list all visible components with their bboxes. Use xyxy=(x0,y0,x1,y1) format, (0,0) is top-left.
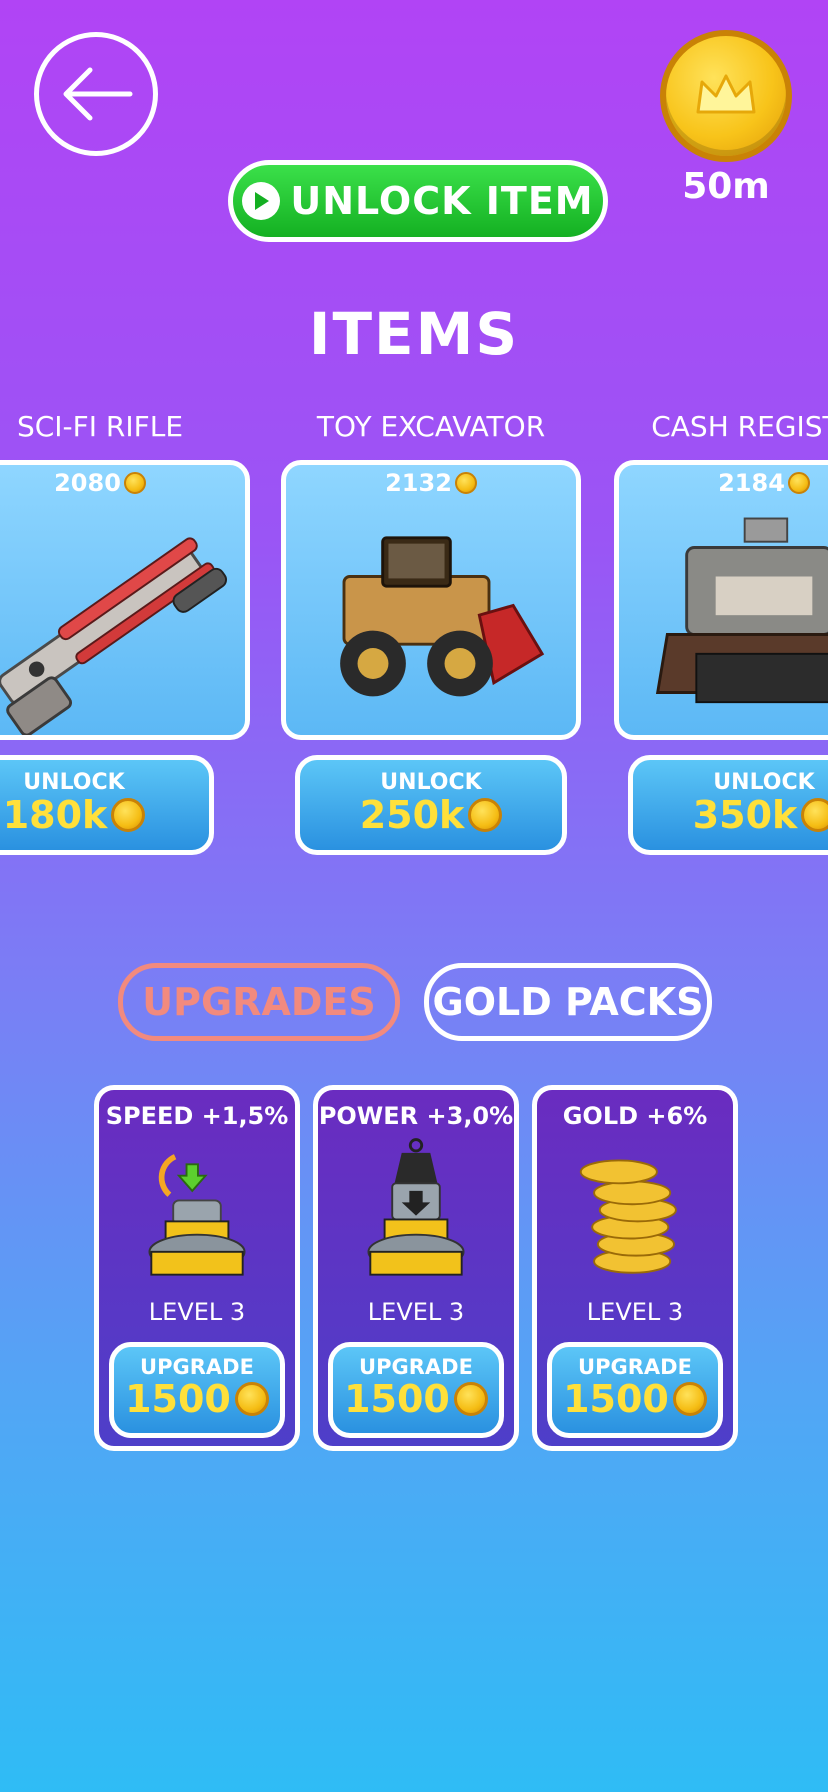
items-title: ITEMS xyxy=(308,300,520,368)
item-cash-register[interactable]: CASH REGISTER 2184 UNLOCK 350k xyxy=(614,410,828,855)
item-price-value: 2184 xyxy=(718,469,785,497)
coin-icon xyxy=(234,1382,269,1416)
upgrade-title: GOLD +6% xyxy=(562,1102,708,1130)
coin-balance-value: 50m xyxy=(682,166,770,207)
unlock-label: UNLOCK xyxy=(713,770,815,795)
coin-icon xyxy=(801,798,828,832)
item-price: 2184 xyxy=(619,469,828,497)
unlock-cost: 180k xyxy=(0,793,209,837)
upgrade-title: SPEED +1,5% xyxy=(105,1102,289,1130)
upgrade-button[interactable]: UPGRADE 1500 xyxy=(109,1342,285,1438)
upgrade-button-label: UPGRADE xyxy=(578,1355,692,1379)
upgrade-level: LEVEL 3 xyxy=(148,1298,246,1326)
upgrade-button-label: UPGRADE xyxy=(140,1355,254,1379)
unlock-cost: 250k xyxy=(300,793,562,837)
item-card[interactable]: 2132 xyxy=(281,460,581,740)
upgrade-level: LEVEL 3 xyxy=(367,1298,465,1326)
upgrade-button[interactable]: UPGRADE 1500 xyxy=(547,1342,723,1438)
item-price-value: 2132 xyxy=(385,469,452,497)
play-icon xyxy=(242,182,281,220)
coin-icon xyxy=(672,1382,707,1416)
back-button[interactable] xyxy=(34,32,158,156)
item-card[interactable]: 2184 xyxy=(614,460,828,740)
unlock-button[interactable]: UNLOCK 250k xyxy=(295,755,567,855)
upgrade-card-power: POWER +3,0% LEVEL 3 UPGRADE 1500 xyxy=(313,1085,519,1451)
unlock-cost-value: 350k xyxy=(692,793,798,837)
unlock-label: UNLOCK xyxy=(380,770,482,795)
item-name: SCI-FI RIFLE xyxy=(16,410,184,443)
upgrade-button-label: UPGRADE xyxy=(359,1355,473,1379)
item-price: 2132 xyxy=(286,469,576,497)
tab-upgrades[interactable]: UPGRADES xyxy=(118,963,400,1041)
coin-icon xyxy=(453,1382,488,1416)
toy-excavator-image xyxy=(340,536,545,697)
upgrade-title: POWER +3,0% xyxy=(318,1102,514,1130)
upgrade-cost: 1500 xyxy=(333,1377,499,1421)
speed-press-icon xyxy=(148,1154,246,1276)
gold-coins-icon xyxy=(579,1159,677,1274)
crown-coin-icon xyxy=(660,30,792,162)
unlock-cost-value: 250k xyxy=(359,793,465,837)
item-sci-fi-rifle[interactable]: SCI-FI RIFLE 2080 UNLOCK 180k xyxy=(0,410,250,855)
upgrade-level: LEVEL 3 xyxy=(586,1298,684,1326)
item-price-value: 2080 xyxy=(54,469,121,497)
upgrade-cost-value: 1500 xyxy=(125,1377,231,1421)
unlock-item-label: UNLOCK ITEM xyxy=(290,179,594,223)
items-carousel[interactable]: SCI-FI RIFLE 2080 UNLOCK 180k TOY EXCAVA… xyxy=(0,410,828,860)
upgrade-card-speed: SPEED +1,5% LEVEL 3 UPGRADE 1500 xyxy=(94,1085,300,1451)
upgrade-card-gold: GOLD +6% LEVEL 3 UPGRADE 1500 xyxy=(532,1085,738,1451)
unlock-item-button[interactable]: UNLOCK ITEM xyxy=(228,160,608,242)
unlock-cost-value: 180k xyxy=(2,793,108,837)
unlock-cost: 350k xyxy=(633,793,828,837)
upgrade-button[interactable]: UPGRADE 1500 xyxy=(328,1342,504,1438)
upgrade-cost: 1500 xyxy=(552,1377,718,1421)
cash-register-image xyxy=(655,517,828,704)
upgrade-cost: 1500 xyxy=(114,1377,280,1421)
coin-icon xyxy=(468,798,503,832)
tab-gold-packs[interactable]: GOLD PACKS xyxy=(424,963,712,1041)
item-name: CASH REGISTER xyxy=(651,410,828,443)
unlock-label: UNLOCK xyxy=(23,770,125,795)
unlock-button[interactable]: UNLOCK 350k xyxy=(628,755,828,855)
item-card[interactable]: 2080 xyxy=(0,460,250,740)
coin-icon xyxy=(787,472,810,494)
coin-balance: 50m xyxy=(658,30,794,207)
sci-fi-rifle-image xyxy=(0,537,228,735)
coin-icon xyxy=(111,798,146,832)
unlock-button[interactable]: UNLOCK 180k xyxy=(0,755,214,855)
item-toy-excavator[interactable]: TOY EXCAVATOR 2132 UNLOCK 250k xyxy=(281,410,581,855)
arrow-left-icon xyxy=(63,67,133,121)
upgrade-cost-value: 1500 xyxy=(563,1377,669,1421)
power-press-icon xyxy=(367,1138,465,1276)
upgrade-cost-value: 1500 xyxy=(344,1377,450,1421)
coin-icon xyxy=(454,472,477,494)
coin-icon xyxy=(123,472,146,494)
item-price: 2080 xyxy=(0,469,245,497)
item-name: TOY EXCAVATOR xyxy=(316,410,546,443)
